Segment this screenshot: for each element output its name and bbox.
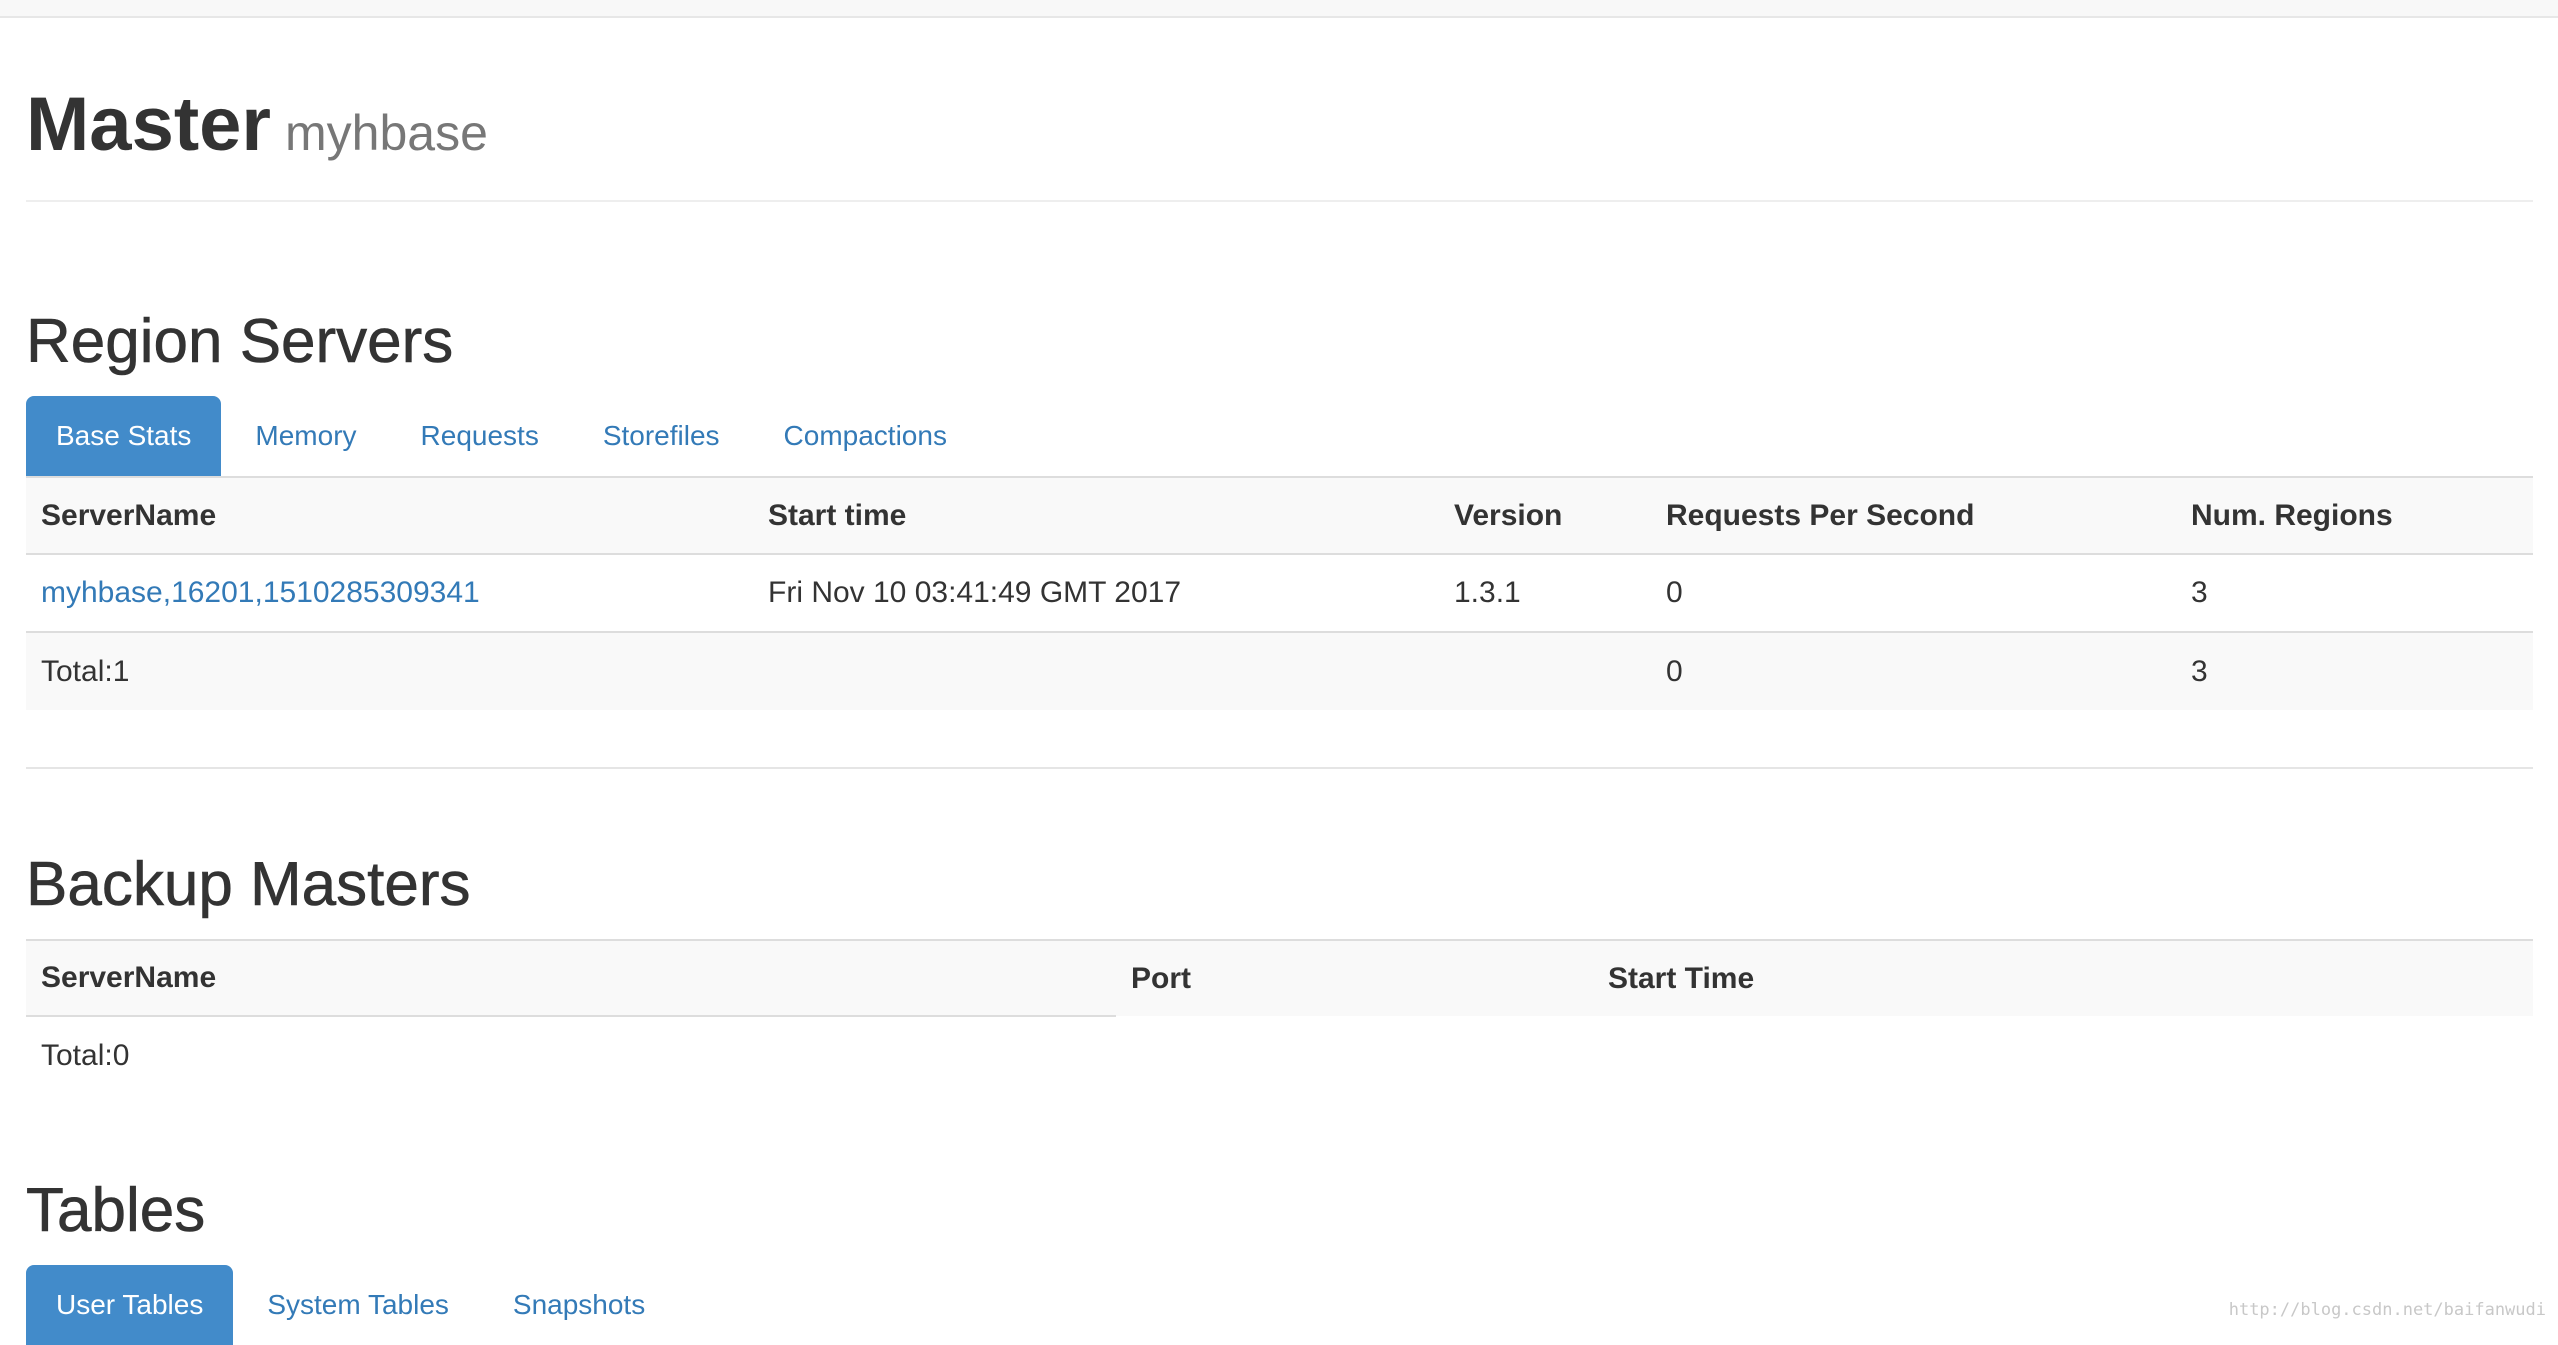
tab-storefiles[interactable]: Storefiles	[573, 396, 750, 476]
cell-total-requests: 0	[1651, 631, 2176, 710]
cell-num-regions: 3	[2176, 553, 2533, 632]
table-total-row: Total:1 0 3	[26, 631, 2533, 710]
cell-empty	[1593, 1016, 2533, 1094]
tab-snapshots[interactable]: Snapshots	[483, 1265, 675, 1345]
column-header-servername: ServerName	[26, 940, 1116, 1017]
tab-system-tables[interactable]: System Tables	[237, 1265, 479, 1345]
table-header-row: ServerName Start time Version Requests P…	[26, 478, 2533, 555]
cell-total-label: Total:0	[41, 1038, 130, 1072]
cell-empty	[753, 631, 1439, 710]
backup-masters-title: Backup Masters	[26, 850, 471, 920]
server-name-link[interactable]: myhbase,16201,1510285309341	[41, 576, 480, 609]
page-subtitle: myhbase	[285, 105, 488, 161]
table-row: myhbase,16201,1510285309341 Fri Nov 10 0…	[26, 553, 2533, 632]
column-header-start-time: Start Time	[1593, 940, 2533, 1016]
tab-requests[interactable]: Requests	[391, 396, 569, 476]
tables-title: Tables	[26, 1176, 206, 1246]
region-servers-tabs: Base Stats Memory Requests Storefiles Co…	[26, 396, 2533, 478]
page-title-text: Master	[26, 82, 271, 167]
region-servers-table: ServerName Start time Version Requests P…	[26, 478, 2533, 710]
page-header: Master myhbase	[26, 80, 2533, 202]
cell-version: 1.3.1	[1439, 553, 1651, 632]
column-header-port: Port	[1116, 940, 1593, 1016]
tables-tabs: User Tables System Tables Snapshots	[26, 1265, 2533, 1345]
backup-masters-table: ServerName Port Start Time Total:0	[26, 939, 2533, 1094]
cell-total-regions: 3	[2176, 631, 2533, 710]
cell-requests-per-second: 0	[1651, 553, 2176, 632]
tab-compactions[interactable]: Compactions	[754, 396, 977, 476]
section-divider	[26, 767, 2533, 769]
column-header-servername: ServerName	[26, 478, 753, 555]
cell-empty	[1116, 1016, 1593, 1094]
cell-start-time: Fri Nov 10 03:41:49 GMT 2017	[753, 553, 1439, 632]
region-servers-title: Region Servers	[26, 307, 454, 377]
cell-total-label: Total:1	[26, 631, 753, 710]
column-header-requests-per-second: Requests Per Second	[1651, 478, 2176, 555]
column-header-version: Version	[1439, 478, 1651, 555]
cell-empty	[1439, 631, 1651, 710]
top-navbar	[0, 0, 2558, 18]
watermark-text: http://blog.csdn.net/baifanwudi	[2228, 1300, 2546, 1320]
column-header-start-time: Start time	[753, 478, 1439, 555]
tab-memory[interactable]: Memory	[225, 396, 386, 476]
cell-server-name: myhbase,16201,1510285309341	[26, 553, 753, 632]
tab-base-stats[interactable]: Base Stats	[26, 396, 222, 476]
table-header-row: ServerName Port Start Time	[26, 940, 2533, 1017]
page-title: Master myhbase	[26, 80, 2533, 178]
column-header-num-regions: Num. Regions	[2176, 478, 2533, 555]
tab-user-tables[interactable]: User Tables	[26, 1265, 234, 1345]
table-total-row: Total:0	[26, 1016, 2533, 1094]
